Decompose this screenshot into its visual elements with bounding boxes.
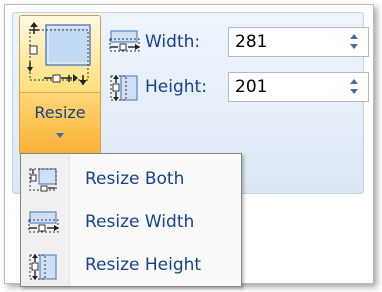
resize-width-icon: [27, 210, 61, 240]
height-spinbox[interactable]: 201: [228, 72, 369, 102]
menu-item-resize-height[interactable]: Resize Height: [21, 245, 241, 285]
resize-split-button[interactable]: Resize: [19, 15, 101, 155]
spin-up-icon[interactable]: [350, 34, 358, 39]
chevron-down-icon: [56, 133, 64, 138]
resize-image-icon: [26, 22, 96, 90]
resize-both-icon: [27, 167, 61, 197]
width-spinbox[interactable]: 281: [228, 27, 369, 57]
width-label: Width:: [145, 32, 201, 52]
width-spinner[interactable]: [345, 31, 363, 53]
resize-ribbon-screenshot: Resize Width: 281 Height: 201 Resize Bot…: [0, 0, 382, 292]
height-value[interactable]: 201: [235, 77, 267, 97]
height-spinner[interactable]: [345, 76, 363, 98]
spin-down-icon[interactable]: [350, 44, 358, 49]
resize-button-label: Resize: [34, 103, 86, 122]
spin-down-icon[interactable]: [350, 89, 358, 94]
menu-item-label: Resize Height: [85, 255, 202, 275]
menu-item-label: Resize Width: [85, 212, 195, 232]
width-value[interactable]: 281: [235, 32, 267, 52]
resize-button-top[interactable]: [20, 16, 100, 93]
menu-item-resize-both[interactable]: Resize Both: [21, 159, 241, 199]
resize-dropdown-menu: Resize Both Resize Width Resize Height: [20, 153, 242, 287]
resize-dropdown-toggle[interactable]: Resize: [20, 93, 100, 154]
menu-item-label: Resize Both: [85, 169, 185, 189]
menu-item-resize-width[interactable]: Resize Width: [21, 202, 241, 242]
resize-width-icon: [108, 29, 142, 59]
resize-height-icon: [108, 74, 142, 106]
spin-up-icon[interactable]: [350, 79, 358, 84]
height-label: Height:: [145, 77, 207, 97]
resize-height-icon: [27, 253, 61, 285]
